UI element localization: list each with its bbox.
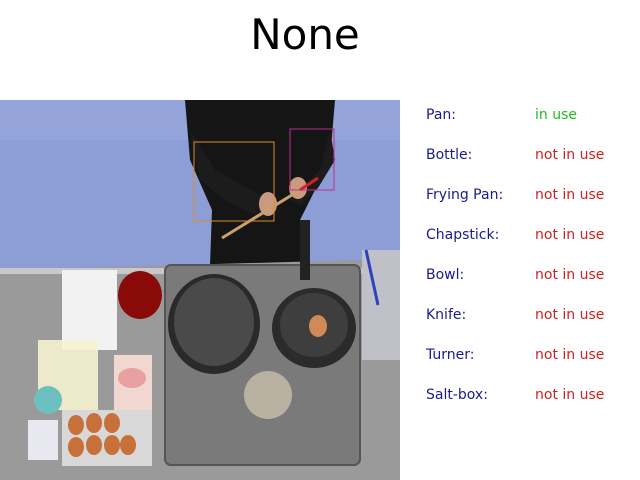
status-row-turner: Turner: not in use bbox=[426, 344, 636, 384]
page-title: None bbox=[250, 10, 360, 59]
object-label: Pan: bbox=[426, 107, 456, 123]
object-status: in use bbox=[535, 107, 577, 123]
object-status-panel: Pan: in use Bottle: not in use Frying Pa… bbox=[426, 104, 636, 424]
object-label: Salt-box: bbox=[426, 387, 488, 403]
object-label: Bowl: bbox=[426, 267, 465, 283]
object-status: not in use bbox=[535, 267, 605, 283]
status-row-bowl: Bowl: not in use bbox=[426, 264, 636, 304]
status-row-frying-pan: Frying Pan: not in use bbox=[426, 184, 636, 224]
status-row-knife: Knife: not in use bbox=[426, 304, 636, 344]
object-status: not in use bbox=[535, 227, 605, 243]
object-status: not in use bbox=[535, 347, 605, 363]
status-row-chapstick: Chapstick: not in use bbox=[426, 224, 636, 264]
object-status: not in use bbox=[535, 307, 605, 323]
camera-feed bbox=[0, 100, 400, 480]
object-label: Bottle: bbox=[426, 147, 473, 163]
kitchen-scene-image bbox=[0, 100, 400, 480]
object-status: not in use bbox=[535, 387, 605, 403]
object-status: not in use bbox=[535, 187, 605, 203]
object-label: Chapstick: bbox=[426, 227, 500, 243]
object-label: Knife: bbox=[426, 307, 467, 323]
status-row-bottle: Bottle: not in use bbox=[426, 144, 636, 184]
status-row-salt-box: Salt-box: not in use bbox=[426, 384, 636, 424]
object-label: Frying Pan: bbox=[426, 187, 504, 203]
object-status: not in use bbox=[535, 147, 605, 163]
object-label: Turner: bbox=[426, 347, 475, 363]
status-row-pan: Pan: in use bbox=[426, 104, 636, 144]
